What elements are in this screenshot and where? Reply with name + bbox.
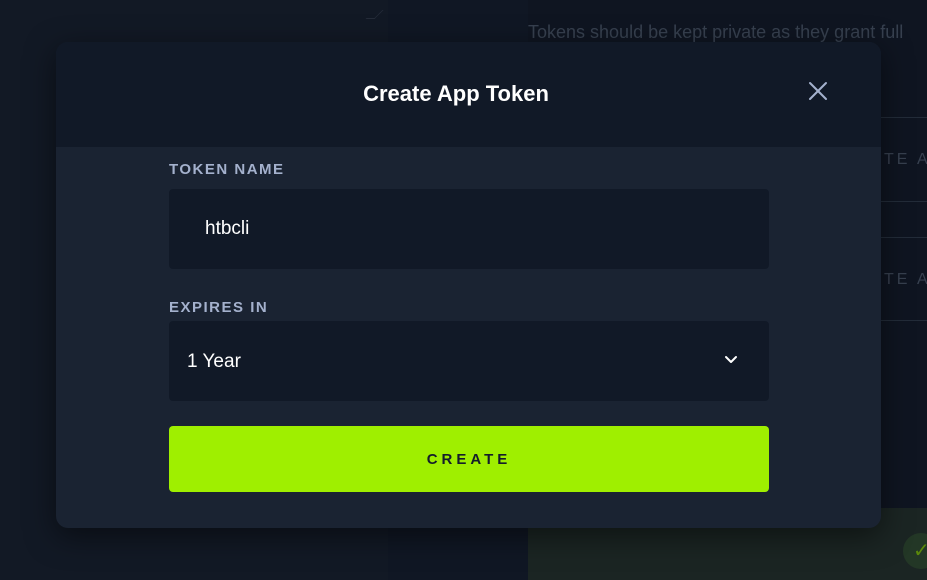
dialog-header: Create App Token [56,42,881,147]
app-background: Tokens should be kept private as they gr… [0,0,927,580]
expires-in-select[interactable]: 1 Year [169,321,769,401]
token-name-input[interactable] [169,189,769,269]
chevron-down-icon [725,356,737,363]
close-icon [809,82,827,100]
token-name-label: TOKEN NAME [169,161,285,178]
create-token-dialog: Create App Token TOKEN NAME EXPIRES IN 1… [56,42,881,528]
expires-in-label: EXPIRES IN [169,299,269,316]
expires-in-value: 1 Year [187,351,241,372]
close-button[interactable] [804,77,832,105]
create-button[interactable]: CREATE [169,426,769,492]
dialog-title: Create App Token [363,81,549,106]
